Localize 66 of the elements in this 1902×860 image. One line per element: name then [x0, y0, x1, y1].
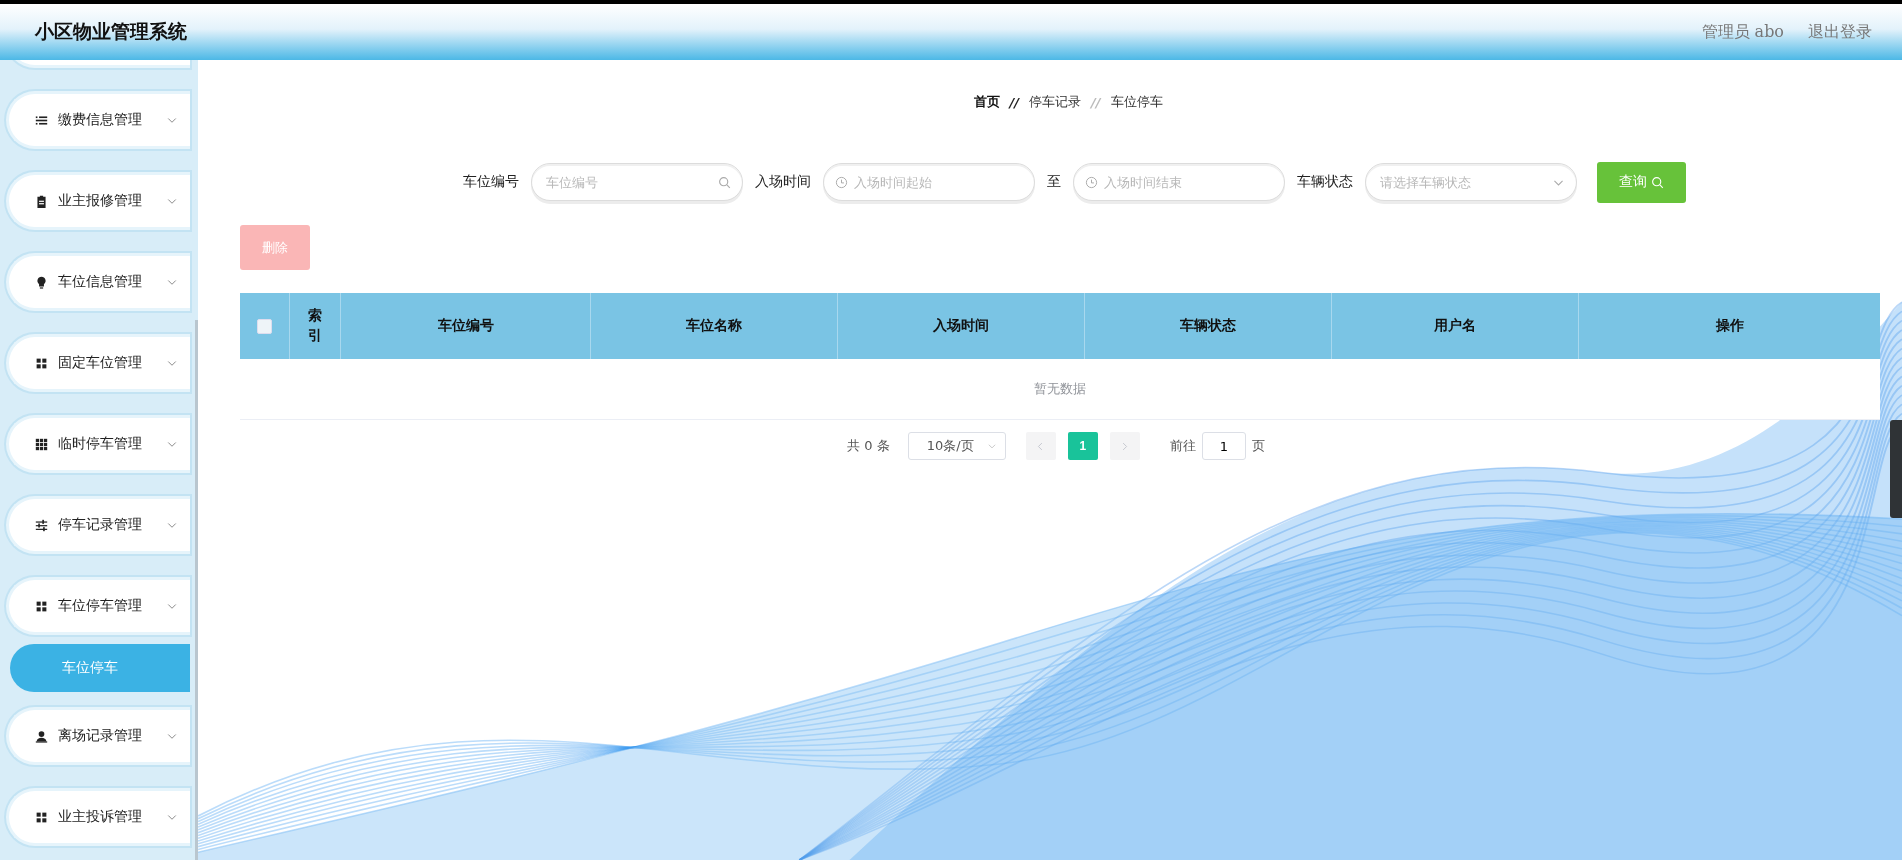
menu-item[interactable]: 临时停车管理 — [6, 415, 190, 473]
filter-label: 至 — [1046, 173, 1061, 191]
menu-label: 车位停车管理 — [58, 597, 143, 615]
user-label: 管理员 abo — [1701, 21, 1784, 43]
empty-message: 暂无数据 — [1034, 380, 1086, 398]
menu-item[interactable]: 缴费信息管理 — [6, 91, 190, 149]
breadcrumb-item[interactable]: 首页 — [973, 93, 1000, 111]
checkbox[interactable] — [257, 318, 272, 334]
menu-icon — [35, 356, 48, 370]
breadcrumb-item[interactable]: 停车记录 — [1029, 93, 1081, 111]
previous-page-button[interactable] — [1025, 432, 1056, 460]
clock-icon — [1084, 176, 1098, 189]
logout-link[interactable]: 退出登录 — [1808, 21, 1872, 43]
column-header: 索引 — [308, 306, 322, 345]
menu-item[interactable]: 固定车位管理 — [6, 334, 190, 392]
goto-label: 前往 — [1169, 437, 1196, 455]
app-title: 小区物业管理系统 — [35, 19, 187, 44]
menu-item[interactable]: 业主报修管理 — [6, 172, 190, 230]
menu-label: 离场记录管理 — [58, 727, 143, 745]
input-field[interactable]: 车位编号 — [530, 163, 743, 201]
menu-item[interactable]: 车位信息管理 — [6, 253, 190, 311]
search-icon — [717, 176, 731, 189]
menu-icon — [35, 113, 48, 127]
select-field[interactable]: 请选择车辆状态 — [1364, 163, 1577, 201]
column-header: 车位名称 — [686, 317, 742, 335]
column-header: 车辆状态 — [1180, 317, 1236, 335]
date-field[interactable]: 入场时间结束 — [1072, 163, 1285, 201]
page-unit-label: 页 — [1251, 437, 1265, 455]
menu-icon — [35, 729, 48, 743]
breadcrumb-separator: // — [1009, 94, 1019, 110]
menu-icon — [35, 275, 48, 289]
menu-icon — [35, 810, 48, 824]
menu-item[interactable]: 离场记录管理 — [6, 707, 190, 765]
date-field[interactable]: 入场时间起始 — [822, 163, 1035, 201]
menu-icon — [35, 194, 48, 208]
page-size-select[interactable]: 10条/页 — [907, 432, 1006, 460]
search-icon — [1650, 175, 1664, 189]
menu-icon — [35, 518, 48, 532]
menu-label: 车位信息管理 — [58, 273, 143, 291]
column-header: 车位编号 — [437, 317, 494, 335]
menu-label: 停车记录管理 — [58, 516, 143, 534]
total-count: 共 0 条 — [847, 437, 890, 455]
breadcrumb-separator: // — [1091, 94, 1101, 110]
menu-item[interactable]: 业主投诉管理 — [6, 788, 190, 846]
chevron-icon — [986, 441, 997, 451]
filter-label: 入场时间 — [754, 173, 811, 191]
drawer-handle[interactable] — [1890, 420, 1902, 518]
menu-label: 业主报修管理 — [58, 192, 143, 210]
menu-item[interactable]: 车位停车管理 — [6, 577, 190, 635]
menu-icon — [35, 437, 48, 451]
breadcrumb-item: 车位停车 — [1110, 93, 1163, 111]
column-header: 入场时间 — [933, 317, 989, 335]
column-header: 用户名 — [1434, 317, 1476, 335]
scrollbar[interactable] — [195, 320, 198, 860]
clock-icon — [834, 176, 848, 189]
filter-label: 车位编号 — [462, 173, 519, 191]
menu-item[interactable]: 停车记录管理 — [6, 496, 190, 554]
menu-label: 固定车位管理 — [58, 354, 143, 372]
menu-icon — [35, 599, 48, 613]
menu-label: 临时停车管理 — [58, 435, 143, 453]
column-header: 操作 — [1715, 317, 1744, 335]
menu-label: 业主投诉管理 — [58, 808, 143, 826]
menu-label: 缴费信息管理 — [58, 111, 143, 129]
filter-label: 车辆状态 — [1296, 173, 1353, 191]
next-page-button[interactable] — [1109, 432, 1140, 460]
page-input[interactable]: 1 — [1201, 432, 1246, 460]
